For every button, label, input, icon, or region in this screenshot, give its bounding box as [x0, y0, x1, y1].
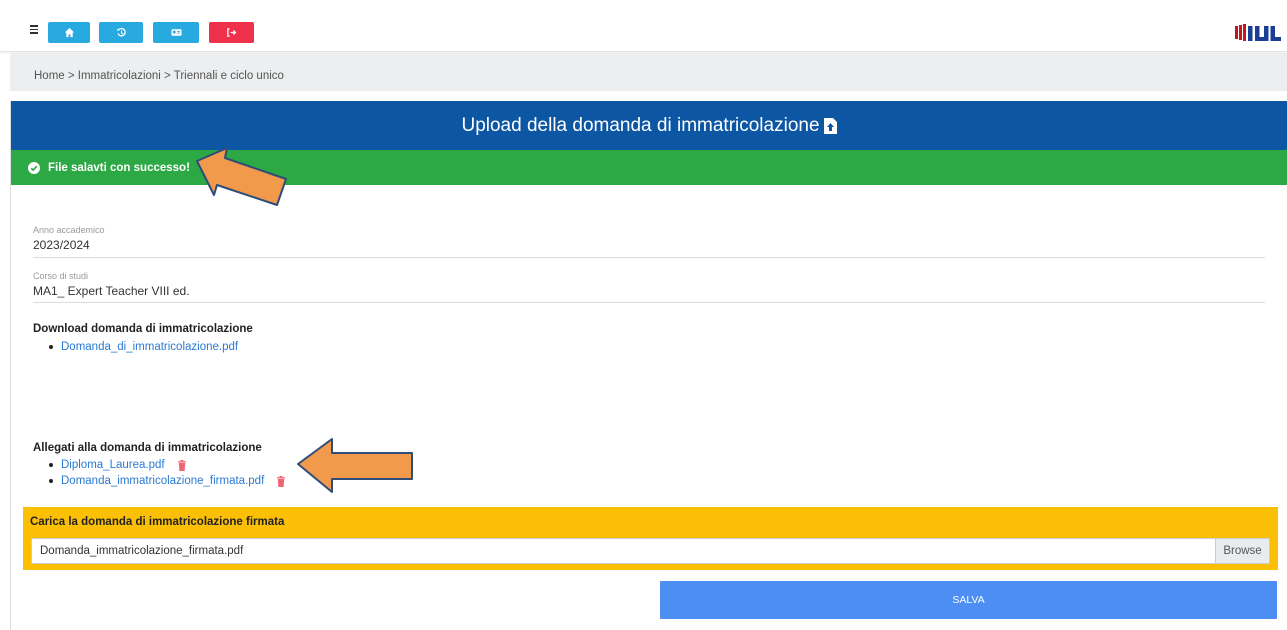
list-item: Diploma_Laurea.pdf: [49, 457, 286, 473]
course-label: Corso di studi: [33, 271, 89, 281]
download-section-title: Download domanda di immatricolazione: [33, 323, 253, 335]
success-alert-text: File salavti con successo!: [48, 161, 190, 174]
file-input-value: Domanda_immatricolazione_firmata.pdf: [40, 545, 244, 557]
arrow-annotation-icon: [196, 147, 287, 206]
academic-year-label: Anno accademico: [33, 225, 105, 235]
id-card-button[interactable]: [153, 22, 199, 43]
logout-button[interactable]: [209, 22, 254, 43]
history-button[interactable]: [99, 22, 143, 43]
attachments-section-title: Allegati alla domanda di immatricolazion…: [33, 442, 262, 454]
list-item: Domanda_di_immatricolazione.pdf: [49, 339, 238, 355]
iul-logo: [1235, 24, 1281, 41]
upload-section-title: Carica la domanda di immatricolazione fi…: [30, 516, 285, 528]
attachments-file-list: Diploma_Laurea.pdf Domanda_immatricolazi…: [49, 457, 286, 489]
arrow-annotation-icon: [297, 438, 413, 493]
main-content: Upload della domanda di immatricolazione…: [10, 101, 1287, 630]
breadcrumb[interactable]: Home > Immatricolazioni > Triennali e ci…: [34, 70, 284, 82]
attachment-file-link[interactable]: Diploma_Laurea.pdf: [61, 459, 165, 471]
menu-icon[interactable]: [30, 25, 38, 34]
history-icon: [116, 27, 126, 37]
home-button[interactable]: [48, 22, 90, 43]
home-icon: [64, 27, 74, 38]
course-field: Corso di studi MA1_ Expert Teacher VIII …: [33, 271, 1265, 303]
academic-year-value: 2023/2024: [33, 238, 90, 252]
page-title-text: Upload della domanda di immatricolazione: [461, 114, 820, 136]
file-input[interactable]: Domanda_immatricolazione_firmata.pdf Bro…: [31, 538, 1270, 564]
trash-icon[interactable]: [177, 459, 187, 471]
breadcrumb-bar: Home > Immatricolazioni > Triennali e ci…: [10, 53, 1287, 91]
file-upload-icon: [823, 117, 837, 134]
course-value: MA1_ Expert Teacher VIII ed.: [33, 284, 190, 298]
download-file-link[interactable]: Domanda_di_immatricolazione.pdf: [61, 341, 238, 353]
id-card-icon: [170, 29, 182, 36]
list-item: Domanda_immatricolazione_firmata.pdf: [49, 473, 286, 489]
trash-icon[interactable]: [276, 475, 286, 487]
upload-section: Carica la domanda di immatricolazione fi…: [23, 507, 1278, 570]
academic-year-field: Anno accademico 2023/2024: [33, 225, 1265, 258]
browse-button[interactable]: Browse: [1215, 539, 1269, 563]
download-file-list: Domanda_di_immatricolazione.pdf: [49, 339, 238, 355]
top-navbar: [0, 0, 1287, 52]
save-button[interactable]: SALVA: [660, 581, 1277, 619]
page-title: Upload della domanda di immatricolazione: [11, 101, 1287, 150]
check-circle-icon: [28, 161, 40, 174]
attachment-file-link[interactable]: Domanda_immatricolazione_firmata.pdf: [61, 475, 264, 487]
logout-icon: [227, 28, 237, 37]
